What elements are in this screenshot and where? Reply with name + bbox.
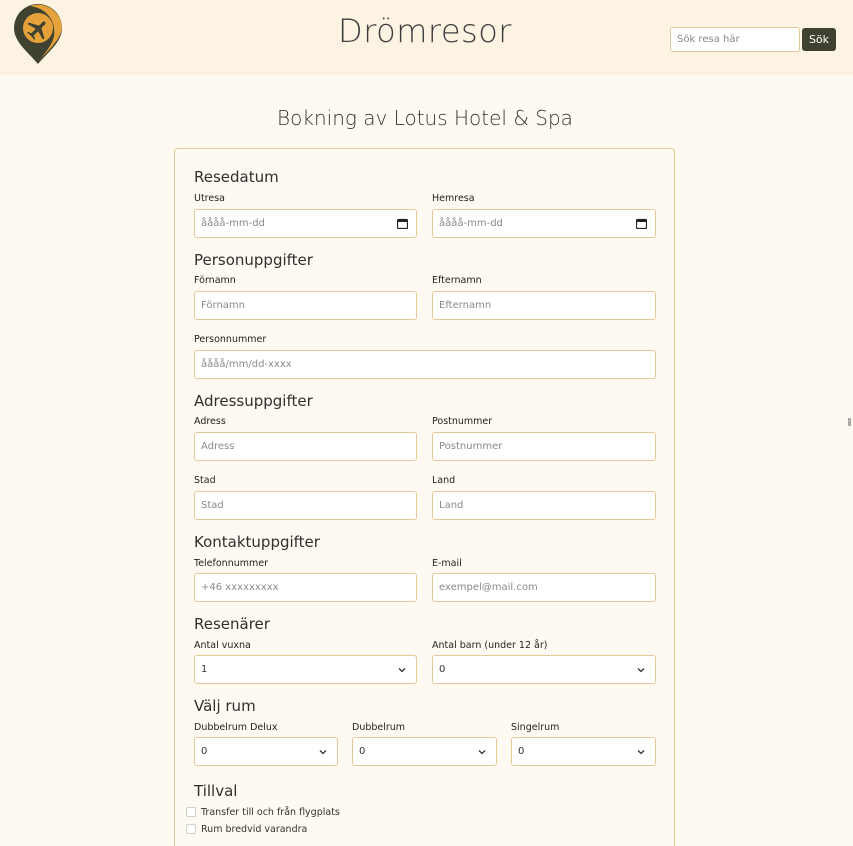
extra-option-label: Transfer till och från flygplats	[201, 806, 340, 818]
country-input[interactable]: Land	[432, 491, 656, 520]
section-heading-address: Adressuppgifter	[194, 392, 313, 410]
first-name-input[interactable]: Förnamn	[194, 291, 417, 320]
section-heading-contact: Kontaktuppgifter	[194, 533, 320, 551]
ssn-placeholder: åååå/mm/dd-xxxx	[201, 359, 292, 370]
email-placeholder: exempel@mail.com	[439, 582, 538, 593]
double-value: 0	[359, 746, 366, 757]
extra-option-label: Rum bredvid varandra	[201, 823, 308, 835]
checkbox[interactable]	[186, 807, 196, 817]
city-placeholder: Stad	[201, 500, 224, 511]
street-label: Adress	[194, 416, 226, 427]
adults-value: 1	[201, 664, 208, 675]
street-input[interactable]: Adress	[194, 432, 417, 461]
single-select[interactable]: 0	[511, 737, 656, 766]
section-heading-extras: Tillval	[194, 782, 238, 800]
deluxe-label: Dubbelrum Delux	[194, 722, 278, 733]
chevron-down-icon	[637, 668, 645, 673]
zip-placeholder: Postnummer	[439, 441, 503, 452]
section-heading-rooms: Välj rum	[194, 697, 256, 715]
chevron-down-icon	[637, 750, 645, 755]
checkbox[interactable]	[186, 824, 196, 834]
ssn-label: Personnummer	[194, 334, 267, 345]
departure-placeholder: åååå-mm-dd	[201, 218, 265, 229]
city-label: Stad	[194, 475, 216, 486]
street-placeholder: Adress	[201, 441, 235, 452]
section-heading-personal: Personuppgifter	[194, 251, 313, 269]
phone-label: Telefonnummer	[194, 558, 268, 569]
country-label: Land	[432, 475, 456, 486]
ssn-input[interactable]: åååå/mm/dd-xxxx	[194, 350, 656, 379]
single-value: 0	[518, 746, 525, 757]
calendar-icon[interactable]	[636, 218, 647, 229]
departure-date-input[interactable]: åååå-mm-dd	[194, 209, 417, 238]
last-name-input[interactable]: Efternamn	[432, 291, 656, 320]
chevron-down-icon	[319, 750, 327, 755]
deluxe-select[interactable]: 0	[194, 737, 338, 766]
search-button[interactable]: Sök	[802, 28, 836, 51]
children-label: Antal barn (under 12 år)	[432, 640, 548, 651]
double-select[interactable]: 0	[352, 737, 497, 766]
phone-input[interactable]: +46 xxxxxxxxx	[194, 573, 417, 602]
search-input[interactable]	[670, 27, 800, 52]
zip-input[interactable]: Postnummer	[432, 432, 656, 461]
double-label: Dubbelrum	[352, 722, 406, 733]
single-label: Singelrum	[511, 722, 560, 733]
email-label: E-mail	[432, 558, 462, 569]
resize-handle[interactable]	[848, 418, 851, 426]
extra-option-adjacent-rooms[interactable]: Rum bredvid varandra	[186, 822, 307, 836]
children-value: 0	[439, 664, 446, 675]
first-name-label: Förnamn	[194, 275, 236, 286]
last-name-placeholder: Efternamn	[439, 300, 492, 311]
section-heading-travelers: Resenärer	[194, 615, 270, 633]
return-placeholder: åååå-mm-dd	[439, 218, 503, 229]
chevron-down-icon	[478, 750, 486, 755]
page-title: Bokning av Lotus Hotel & Spa	[277, 106, 573, 130]
chevron-down-icon	[398, 668, 406, 673]
city-input[interactable]: Stad	[194, 491, 417, 520]
children-select[interactable]: 0	[432, 655, 656, 684]
adults-select[interactable]: 1	[194, 655, 417, 684]
email-input[interactable]: exempel@mail.com	[432, 573, 656, 602]
calendar-icon[interactable]	[397, 218, 408, 229]
country-placeholder: Land	[439, 500, 464, 511]
site-header: Drömresor Sök	[0, 0, 853, 75]
deluxe-value: 0	[201, 746, 208, 757]
return-label: Hemresa	[432, 193, 475, 204]
zip-label: Postnummer	[432, 416, 493, 427]
adults-label: Antal vuxna	[194, 640, 251, 651]
departure-label: Utresa	[194, 193, 225, 204]
phone-placeholder: +46 xxxxxxxxx	[201, 582, 279, 593]
extra-option-transfer[interactable]: Transfer till och från flygplats	[186, 805, 340, 819]
return-date-input[interactable]: åååå-mm-dd	[432, 209, 656, 238]
section-heading-dates: Resedatum	[194, 168, 279, 186]
first-name-placeholder: Förnamn	[201, 300, 245, 311]
last-name-label: Efternamn	[432, 275, 482, 286]
